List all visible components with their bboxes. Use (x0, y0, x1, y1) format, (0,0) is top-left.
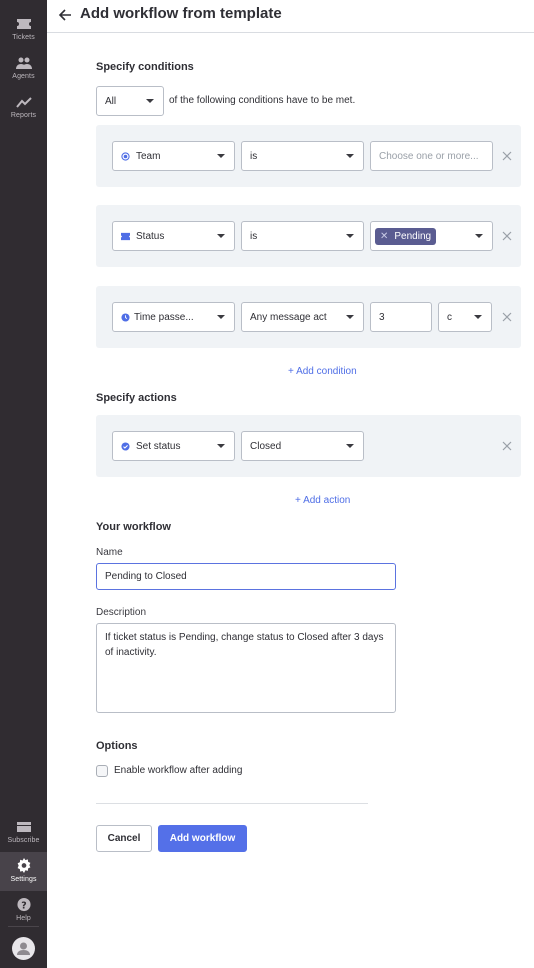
page-title: Add workflow from template (80, 5, 282, 22)
condition-operator-select[interactable]: Any message act (241, 302, 364, 332)
close-icon[interactable] (501, 150, 513, 162)
condition-field-select[interactable]: Status (112, 221, 235, 251)
chevron-down-icon (474, 315, 482, 319)
chevron-down-icon (217, 154, 225, 158)
add-workflow-button[interactable]: Add workflow (158, 825, 247, 852)
chart-line-icon (15, 97, 32, 108)
sidebar-item-settings[interactable]: Settings (0, 852, 47, 891)
chevron-down-icon (346, 234, 354, 238)
avatar[interactable] (12, 937, 35, 960)
operator-value: Any message act (250, 311, 327, 323)
svg-text:?: ? (21, 900, 26, 911)
sidebar-item-subscribe[interactable]: Subscribe (0, 815, 47, 854)
condition-field-select[interactable]: Time passe... (112, 302, 235, 332)
sidebar-item-tickets[interactable]: Tickets (0, 12, 47, 51)
condition-value-select[interactable]: ✕ Pending (370, 221, 493, 251)
value-placeholder: Choose one or more... (379, 150, 479, 162)
sidebar-item-label: Help (16, 915, 31, 922)
condition-field-select[interactable]: Team (112, 141, 235, 171)
condition-row: Status is ✕ Pending (96, 205, 521, 267)
enable-workflow-label: Enable workflow after adding (114, 765, 243, 776)
match-description: of the following conditions have to be m… (169, 95, 356, 106)
main-content: Add workflow from template Specify condi… (47, 0, 534, 968)
condition-row: Time passe... Any message act c (96, 286, 521, 348)
actions-title: Specify actions (96, 392, 177, 404)
sidebar-item-label: Tickets (12, 34, 35, 41)
action-field-select[interactable]: Set status (112, 431, 235, 461)
action-row: Set status Closed (96, 415, 521, 477)
chevron-down-icon (217, 444, 225, 448)
clock-icon (121, 312, 130, 322)
sidebar-item-label: Reports (10, 112, 37, 119)
condition-row: Team is Choose one or more... (96, 125, 521, 187)
check-circle-icon (121, 441, 130, 451)
gear-icon (17, 858, 30, 873)
workflow-title: Your workflow (96, 521, 171, 533)
description-textarea[interactable]: If ticket status is Pending, change stat… (96, 623, 396, 713)
close-icon[interactable] (501, 311, 513, 323)
field-value: Set status (136, 440, 181, 452)
close-icon[interactable] (501, 440, 513, 452)
add-condition-link[interactable]: + Add condition (288, 366, 357, 377)
page-header: Add workflow from template (47, 0, 534, 33)
options-title: Options (96, 740, 138, 752)
user-icon (17, 942, 30, 955)
sidebar-item-label: Agents (12, 73, 35, 80)
match-select[interactable]: All (96, 86, 164, 116)
divider (96, 803, 368, 804)
add-action-link[interactable]: + Add action (295, 495, 350, 506)
chevron-down-icon (346, 315, 354, 319)
action-value-select[interactable]: Closed (241, 431, 364, 461)
chevron-down-icon (346, 444, 354, 448)
sidebar-item-label: Settings (10, 876, 37, 883)
team-icon (121, 151, 130, 161)
chevron-down-icon (217, 315, 225, 319)
field-value: Status (136, 230, 165, 242)
sidebar-divider (8, 926, 39, 927)
sidebar: Tickets Agents Reports Subscribe Setting… (0, 0, 47, 968)
tag-label: Pending (394, 230, 432, 242)
chevron-down-icon (217, 234, 225, 238)
sidebar-item-agents[interactable]: Agents (0, 51, 47, 90)
tag-remove-icon[interactable]: ✕ (380, 231, 388, 242)
close-icon[interactable] (501, 230, 513, 242)
name-input[interactable] (96, 563, 396, 590)
condition-operator-select[interactable]: is (241, 141, 364, 171)
value-tag: ✕ Pending (375, 227, 437, 245)
unit-value: c (447, 311, 452, 323)
condition-number-input[interactable] (370, 302, 432, 332)
name-label: Name (96, 547, 123, 558)
status-icon (121, 232, 130, 240)
condition-operator-select[interactable]: is (241, 221, 364, 251)
condition-unit-select[interactable]: c (438, 302, 492, 332)
field-value: Team (136, 150, 161, 162)
action-value: Closed (250, 440, 282, 452)
field-value: Time passe... (134, 311, 194, 323)
chevron-down-icon (475, 234, 483, 238)
operator-value: is (250, 150, 258, 162)
sidebar-item-label: Subscribe (7, 837, 40, 844)
chevron-down-icon (146, 99, 154, 103)
help-icon: ? (16, 897, 31, 911)
sidebar-item-reports[interactable]: Reports (0, 90, 47, 129)
cancel-button[interactable]: Cancel (96, 825, 152, 852)
enable-workflow-checkbox[interactable] (96, 765, 108, 777)
ticket-icon (16, 19, 31, 29)
credit-card-icon (16, 822, 31, 832)
description-label: Description (96, 607, 147, 618)
operator-value: is (250, 230, 258, 242)
match-select-value: All (105, 95, 117, 107)
chevron-down-icon (346, 154, 354, 158)
conditions-title: Specify conditions (96, 61, 194, 73)
agents-icon (15, 57, 32, 69)
back-arrow-icon[interactable] (57, 7, 73, 23)
condition-value-select[interactable]: Choose one or more... (370, 141, 493, 171)
